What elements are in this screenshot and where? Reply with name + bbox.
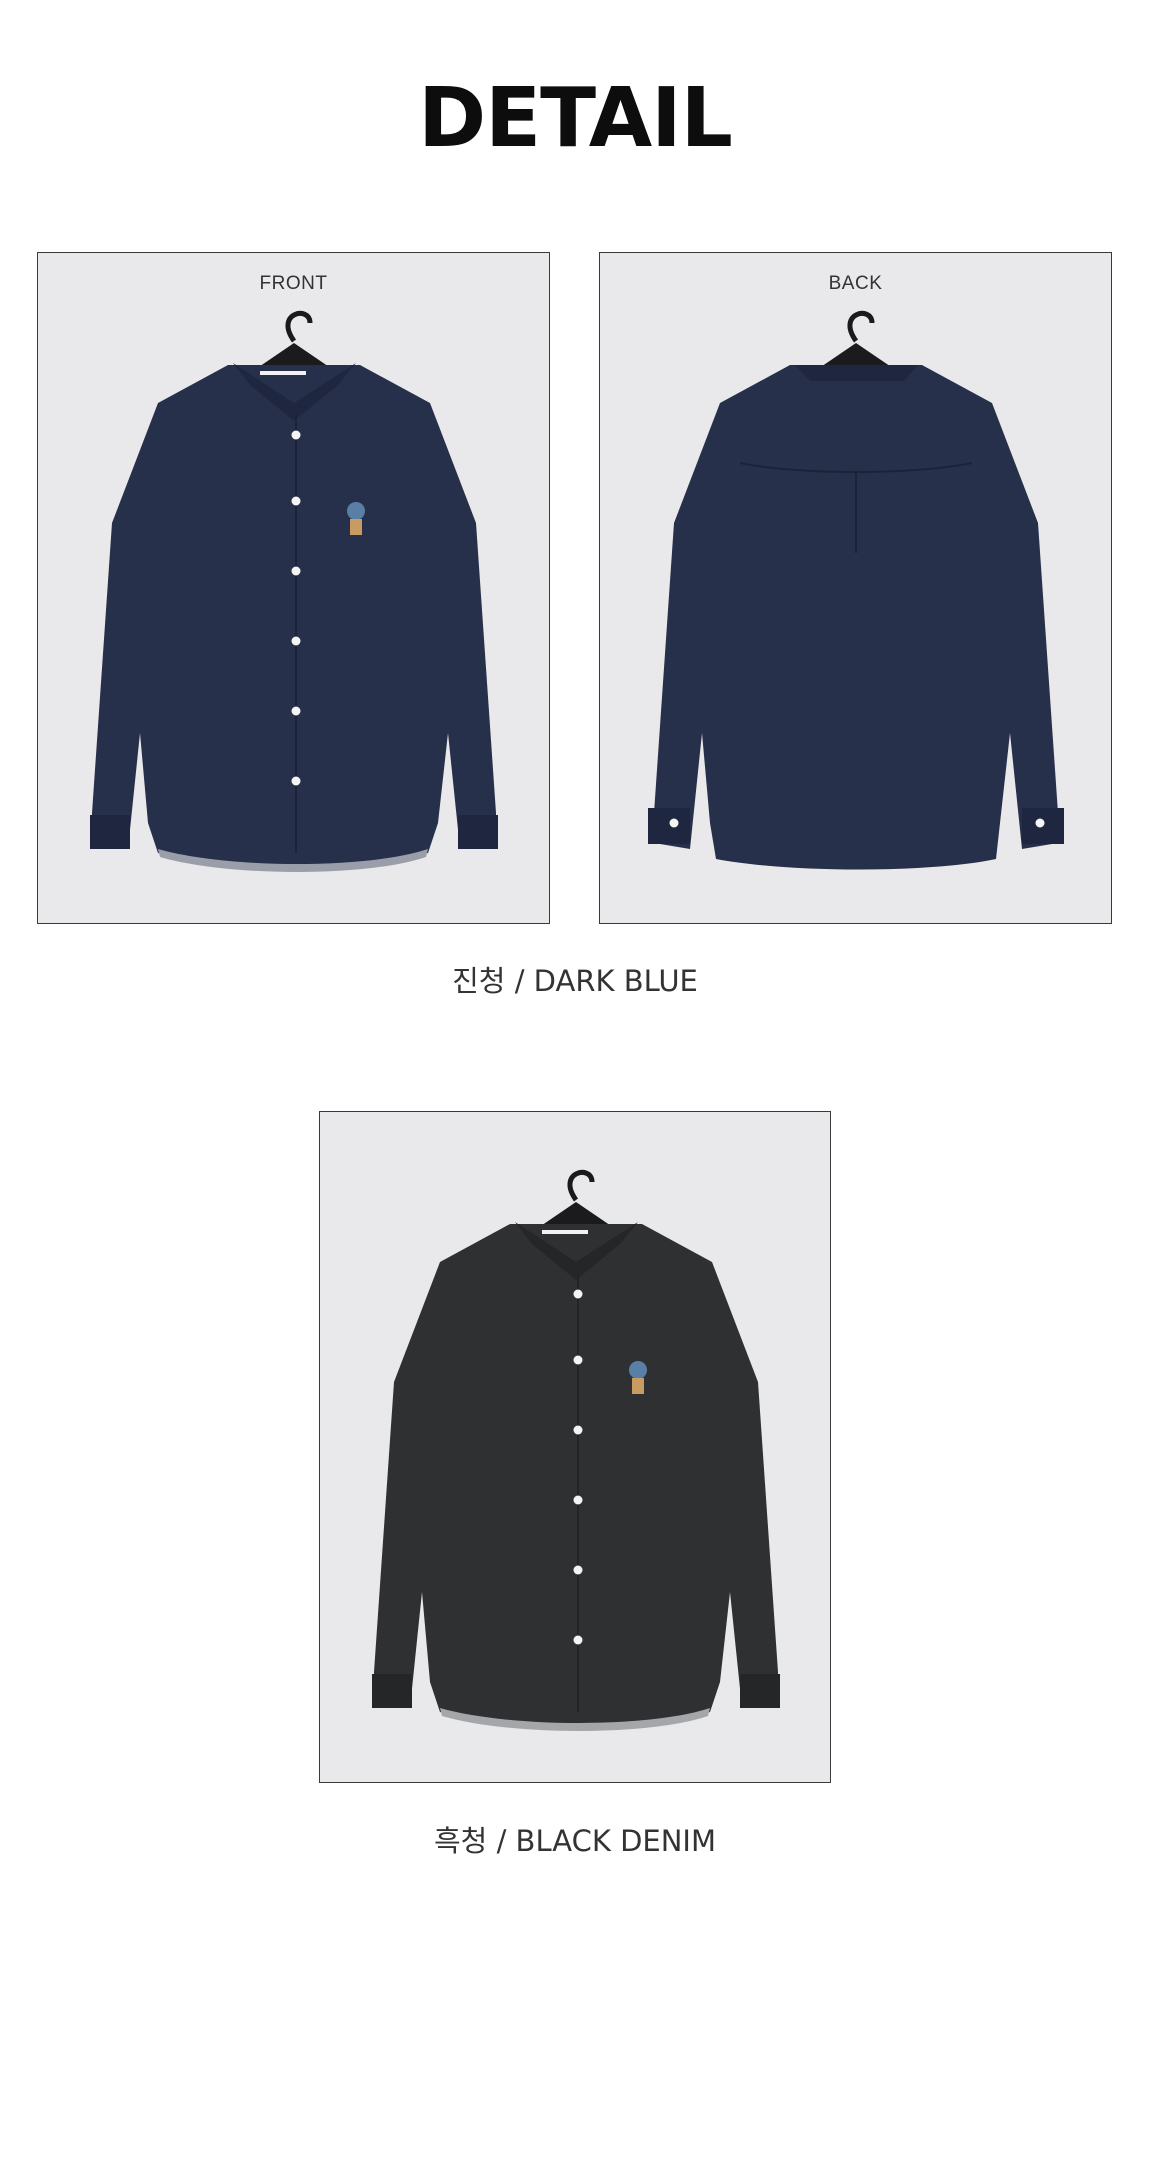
product-photo-black-denim [319,1111,831,1783]
color-caption-black-denim: 흑청 / BLACK DENIM [433,1824,717,1858]
shirt-front-image [90,310,498,872]
color-caption-dark-blue: 진청 / DARK BLUE [452,964,698,998]
shirt-body [654,365,1058,870]
product-photo-back: BACK [599,252,1112,924]
product-photo-front: FRONT [37,252,550,924]
shirt-body [374,1224,778,1727]
shirt-back-image [648,310,1064,870]
shirt-body [92,365,496,868]
shirt-black-denim-image [372,1169,780,1731]
page-title: DETAIL [418,71,733,166]
